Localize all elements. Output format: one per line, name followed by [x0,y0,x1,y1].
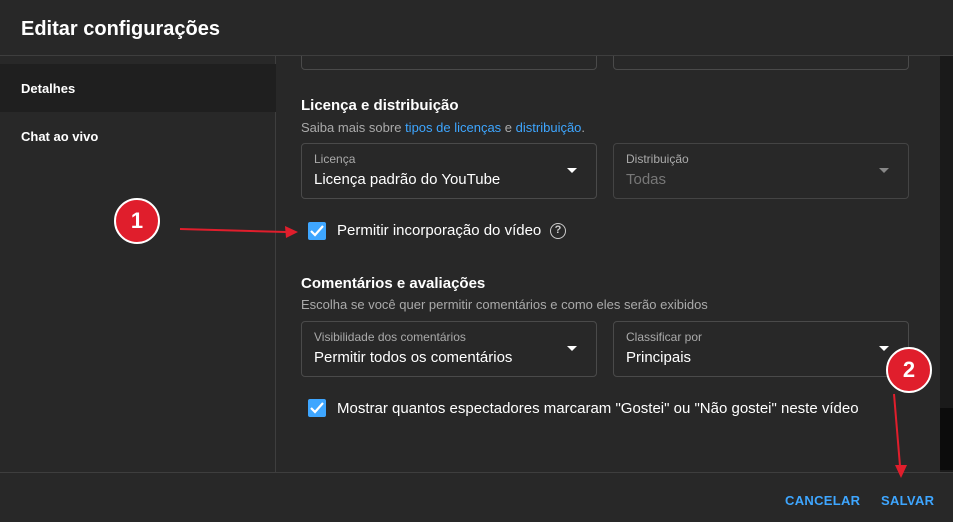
sidebar-item-label: Detalhes [21,81,76,96]
sort-by-select[interactable]: Classificar por Principais [613,321,909,377]
previous-field-right[interactable] [613,56,909,70]
sidebar: Detalhes Chat ao vivo [0,56,276,472]
caret-down-icon [567,168,577,173]
embed-checkbox[interactable] [308,222,326,240]
sort-by-value: Principais [626,349,692,366]
license-select-value: Licença padrão do YouTube [314,171,501,188]
sidebar-item-label: Chat ao vivo [21,129,99,144]
help-circle-icon[interactable]: ? [550,223,566,239]
sidebar-item-chat-ao-vivo[interactable]: Chat ao vivo [0,112,276,160]
embed-checkbox-label: Permitir incorporação do vídeo [337,222,542,239]
distribution-link[interactable]: distribuição [516,120,582,135]
caret-down-icon [879,346,889,351]
sort-by-label: Classificar por [626,330,703,344]
license-section-title: Licença e distribuição [301,97,459,114]
previous-field-left[interactable] [301,56,597,70]
license-types-link[interactable]: tipos de licenças [405,120,501,135]
caret-down-icon [879,168,889,173]
checkmark-icon [310,225,324,237]
dialog-footer: CANCELAR SALVAR [0,472,953,522]
checkmark-icon [310,402,324,414]
comments-section-title: Comentários e avaliações [301,275,486,292]
dialog-header: Editar configurações [0,0,953,56]
subtitle-text: e [501,120,516,135]
sidebar-item-detalhes[interactable]: Detalhes [0,64,276,112]
comments-section-subtitle: Escolha se você quer permitir comentário… [301,297,708,312]
main-panel: Licença e distribuição Saiba mais sobre … [277,56,940,472]
license-section-subtitle: Saiba mais sobre tipos de licenças e dis… [301,120,585,135]
license-select[interactable]: Licença Licença padrão do YouTube [301,143,597,199]
save-button[interactable]: SALVAR [881,493,934,508]
annotation-badge-1: 1 [114,198,160,244]
comments-visibility-label: Visibilidade dos comentários [314,330,466,344]
comments-visibility-value: Permitir todos os comentários [314,349,513,366]
subtitle-text: Saiba mais sobre [301,120,406,135]
scrollbar-thumb[interactable] [940,408,953,470]
annotation-badge-2: 2 [886,347,932,393]
distribution-select-value: Todas [626,171,667,188]
cancel-button[interactable]: CANCELAR [785,493,860,508]
ratings-checkbox[interactable] [308,399,326,417]
comments-visibility-select[interactable]: Visibilidade dos comentários Permitir to… [301,321,597,377]
distribution-select-label: Distribuição [626,152,689,166]
subtitle-text: . [581,120,586,135]
dialog-title: Editar configurações [21,18,220,40]
license-select-label: Licença [314,152,356,166]
distribution-select: Distribuição Todas [613,143,909,199]
caret-down-icon [567,346,577,351]
ratings-checkbox-label: Mostrar quantos espectadores marcaram "G… [337,400,859,417]
